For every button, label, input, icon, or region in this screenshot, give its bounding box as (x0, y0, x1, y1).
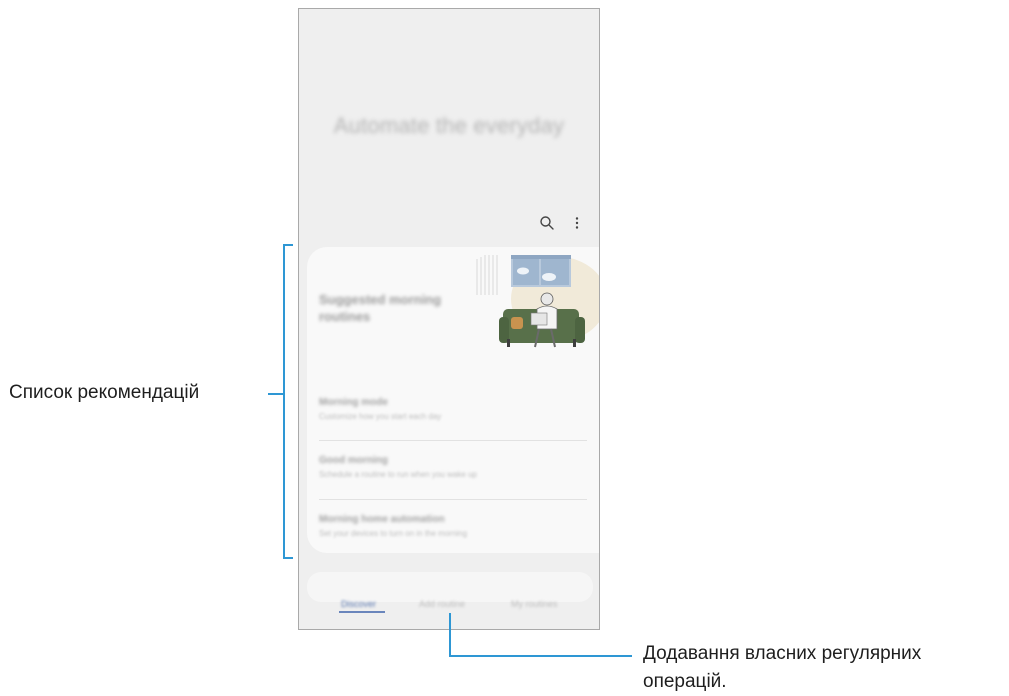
list-item-title: Morning home automation (319, 514, 445, 525)
suggestions-bracket-top (283, 244, 293, 246)
suggestions-bracket (283, 244, 285, 559)
suggestions-card[interactable]: Suggested morning routines Morning mode … (307, 247, 599, 553)
phone-screen: Automate the everyday Suggested morning … (298, 8, 600, 630)
add-routine-callout-line1: Додавання власних регулярних (643, 643, 922, 664)
tab-my-routines[interactable]: My routines (511, 599, 558, 609)
list-item-subtitle: Customize how you start each day (319, 412, 442, 421)
suggestions-bracket-bottom (283, 557, 293, 559)
list-item-title: Good morning (319, 455, 388, 466)
suggestions-title: Suggested morning routines (319, 292, 442, 324)
next-card[interactable] (307, 572, 593, 602)
list-item[interactable]: Morning home automation Set your devices… (319, 514, 587, 538)
more-vert-icon[interactable] (569, 215, 585, 231)
illustration-person-on-sofa (476, 255, 599, 348)
add-routine-leader-horizontal (449, 655, 632, 657)
add-routine-callout: Додавання власних регулярних операцій. (643, 640, 921, 696)
hero-title: Automate the everyday (333, 113, 565, 138)
divider (319, 499, 587, 500)
search-icon[interactable] (539, 215, 555, 231)
tab-discover[interactable]: Discover (341, 599, 376, 609)
tab-add-routine[interactable]: Add routine (419, 599, 465, 609)
suggestions-leader-line (268, 393, 283, 395)
list-item[interactable]: Morning mode Customize how you start eac… (319, 397, 587, 421)
toolbar (539, 215, 585, 231)
divider (319, 440, 587, 441)
active-tab-indicator (339, 611, 385, 613)
add-routine-leader-vertical (449, 613, 451, 657)
suggestions-list-callout: Список рекомендацій (9, 382, 200, 403)
list-item-title: Morning mode (319, 397, 388, 408)
list-item-subtitle: Schedule a routine to run when you wake … (319, 470, 477, 479)
list-item-subtitle: Set your devices to turn on in the morni… (319, 529, 468, 538)
list-item[interactable]: Good morning Schedule a routine to run w… (319, 455, 587, 479)
add-routine-callout-line2: операцій. (643, 671, 727, 692)
